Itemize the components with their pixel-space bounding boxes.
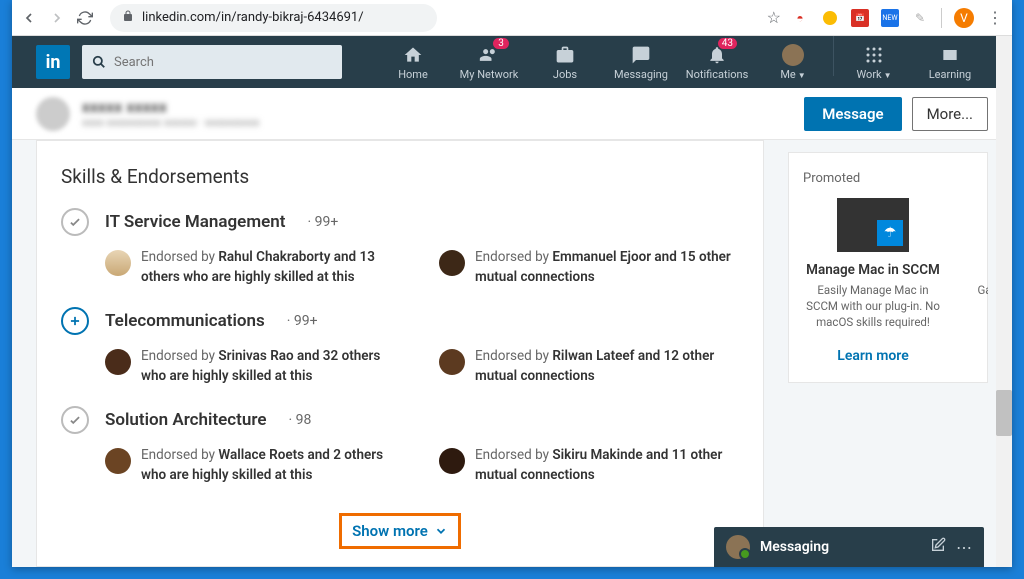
promo-title: Oxford Prog — [965, 262, 988, 278]
learning-icon — [939, 44, 961, 66]
nav-home[interactable]: Home — [375, 36, 451, 88]
skill-row: Solution Architecture · 98 Endorsed by W… — [37, 406, 763, 505]
skill-count: · 98 — [288, 412, 311, 428]
plus-icon[interactable] — [61, 307, 89, 335]
show-more-highlight: Show more — [339, 513, 461, 549]
linkedin-nav: in Home 3My Network Jobs Messaging 43Not… — [12, 36, 1012, 88]
browser-toolbar: linkedin.com/in/randy-bikraj-6434691/ ☆ … — [12, 0, 1012, 36]
profile-name-blurred: xxxxx xxxxx — [82, 98, 260, 116]
nav-notifications[interactable]: 43Notifications — [679, 36, 755, 88]
search-box[interactable] — [82, 45, 342, 79]
promo-link[interactable]: Learn — [965, 344, 988, 360]
endorser-avatar[interactable] — [105, 349, 131, 375]
messaging-dock[interactable]: Messaging ⋯ — [714, 527, 984, 567]
skill-row: Telecommunications · 99+ Endorsed by Sri… — [37, 307, 763, 406]
promoted-label: Promoted — [803, 171, 973, 186]
skills-section: Skills & Endorsements IT Service Managem… — [36, 140, 764, 567]
endorser-avatar[interactable] — [439, 349, 465, 375]
promo-desc: Gain an understanding future — [965, 282, 988, 326]
show-more-button[interactable]: Show more — [352, 522, 448, 540]
skill-name[interactable]: IT Service Management — [105, 212, 285, 232]
browser-profile-avatar[interactable]: V — [954, 8, 974, 28]
ext-icon-calendar[interactable]: 📅 — [851, 9, 869, 27]
nav-messaging[interactable]: Messaging — [603, 36, 679, 88]
search-icon — [92, 55, 106, 69]
promo-image: ☂ — [837, 198, 909, 252]
home-icon — [402, 44, 424, 66]
me-avatar — [782, 44, 804, 66]
promoted-card: Promoted ☂ Manage Mac in SCCM Easily Man… — [788, 152, 988, 383]
skill-name[interactable]: Solution Architecture — [105, 410, 266, 430]
endorse-text: Endorsed by Emmanuel Ejoor and 15 other … — [475, 248, 739, 287]
chevron-down-icon: ▼ — [798, 71, 806, 80]
skill-count: · 99+ — [287, 313, 318, 329]
linkedin-logo[interactable]: in — [36, 45, 70, 79]
chevron-down-icon: ▼ — [884, 71, 892, 80]
message-button[interactable]: Message — [804, 97, 901, 131]
ext-icon-1[interactable]: ◓ — [791, 9, 809, 27]
nav-me[interactable]: Me▼ — [755, 36, 831, 88]
dock-label: Messaging — [760, 539, 920, 555]
endorser-avatar[interactable] — [439, 448, 465, 474]
ext-icon-2[interactable] — [821, 9, 839, 27]
check-icon[interactable] — [61, 208, 89, 236]
profile-subtitle-blurred: xxxx xxxxxxxxxx xxxxxx · xxxxxxxxxx — [82, 116, 260, 129]
back-icon[interactable] — [20, 9, 38, 27]
promo-item[interactable]: ☂ Manage Mac in SCCM Easily Manage Mac i… — [803, 198, 943, 364]
section-title: Skills & Endorsements — [37, 165, 763, 188]
extension-icons: ◓ 📅 NEW ✎ V ⋮ — [791, 8, 1004, 28]
profile-sticky-bar: xxxxx xxxxx xxxx xxxxxxxxxx xxxxxx · xxx… — [12, 88, 1012, 140]
browser-menu-icon[interactable]: ⋮ — [986, 9, 1004, 27]
check-icon[interactable] — [61, 406, 89, 434]
endorser-avatar[interactable] — [105, 250, 131, 276]
nav-network[interactable]: 3My Network — [451, 36, 527, 88]
more-button[interactable]: More... — [912, 97, 988, 131]
messaging-icon — [630, 44, 652, 66]
endorse-text: Endorsed by Rilwan Lateef and 12 other m… — [475, 347, 739, 386]
jobs-icon — [554, 44, 576, 66]
nav-learning[interactable]: Learning — [912, 36, 988, 88]
separator — [941, 8, 942, 28]
nav-jobs[interactable]: Jobs — [527, 36, 603, 88]
search-input[interactable] — [114, 55, 332, 70]
promo-item[interactable]: Oxford Prog Gain an understanding future… — [965, 198, 988, 364]
promo-desc: Easily Manage Mac in SCCM with our plug-… — [803, 282, 943, 330]
compose-icon[interactable] — [930, 537, 946, 557]
scrollbar-thumb[interactable] — [996, 390, 1012, 436]
reload-icon[interactable] — [76, 9, 94, 27]
ext-new-badge[interactable]: NEW — [881, 9, 899, 27]
url-text: linkedin.com/in/randy-bikraj-6434691/ — [142, 10, 364, 25]
promo-title: Manage Mac in SCCM — [803, 262, 943, 278]
star-icon[interactable]: ☆ — [767, 8, 781, 27]
notif-badge: 43 — [718, 38, 737, 49]
url-bar[interactable]: linkedin.com/in/randy-bikraj-6434691/ — [110, 4, 437, 32]
endorser-avatar[interactable] — [105, 448, 131, 474]
scrollbar-track[interactable] — [996, 36, 1012, 567]
grid-icon — [863, 44, 885, 66]
forward-icon[interactable] — [48, 9, 66, 27]
endorser-avatar[interactable] — [439, 250, 465, 276]
more-icon[interactable]: ⋯ — [956, 538, 972, 557]
chevron-down-icon — [434, 524, 448, 538]
endorse-text: Endorsed by Rahul Chakraborty and 13 oth… — [141, 248, 405, 287]
lock-icon — [122, 10, 134, 26]
sidebar: Promoted ☂ Manage Mac in SCCM Easily Man… — [788, 140, 988, 567]
endorse-text: Endorsed by Wallace Roets and 2 others w… — [141, 446, 405, 485]
network-badge: 3 — [493, 38, 509, 49]
skill-name[interactable]: Telecommunications — [105, 311, 265, 331]
endorse-text: Endorsed by Srinivas Rao and 32 others w… — [141, 347, 405, 386]
promo-link[interactable]: Learn more — [803, 348, 943, 364]
ext-icon-5[interactable]: ✎ — [911, 9, 929, 27]
profile-avatar-blurred — [36, 97, 70, 131]
skill-row: IT Service Management · 99+ Endorsed by … — [37, 208, 763, 307]
endorse-text: Endorsed by Sikiru Makinde and 11 other … — [475, 446, 739, 485]
dock-avatar — [726, 535, 750, 559]
nav-separator — [833, 36, 834, 76]
nav-work[interactable]: Work▼ — [836, 36, 912, 88]
skill-count: · 99+ — [307, 214, 338, 230]
